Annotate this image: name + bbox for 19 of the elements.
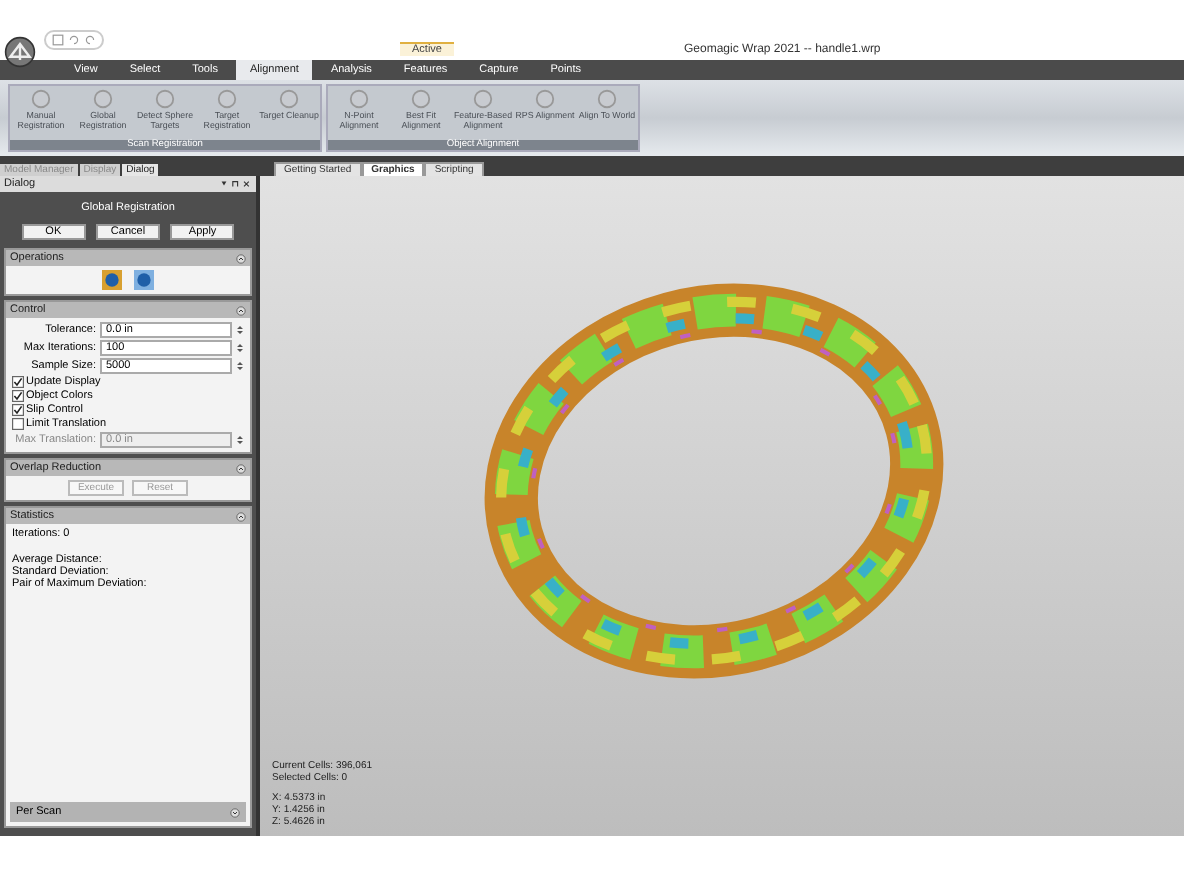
spinner-icon[interactable] [236, 434, 244, 446]
spinner-icon[interactable] [236, 342, 244, 354]
collapse-icon[interactable] [236, 253, 246, 263]
spinner-icon[interactable] [236, 324, 244, 336]
checkbox[interactable] [12, 404, 24, 416]
save-icon[interactable] [52, 34, 64, 46]
checkbox[interactable] [12, 390, 24, 402]
redo-icon[interactable] [84, 34, 96, 46]
collapse-icon[interactable] [236, 463, 246, 473]
expand-icon[interactable] [230, 807, 240, 817]
globe-icon[interactable] [134, 270, 154, 290]
checkbox[interactable] [12, 418, 24, 430]
window-controls-icon[interactable] [220, 180, 252, 188]
undo-icon[interactable] [68, 34, 80, 46]
checkbox[interactable] [12, 376, 24, 388]
spinner-icon[interactable] [236, 360, 244, 372]
collapse-icon[interactable] [236, 305, 246, 315]
globe-icon[interactable] [102, 270, 122, 290]
collapse-icon[interactable] [236, 511, 246, 521]
